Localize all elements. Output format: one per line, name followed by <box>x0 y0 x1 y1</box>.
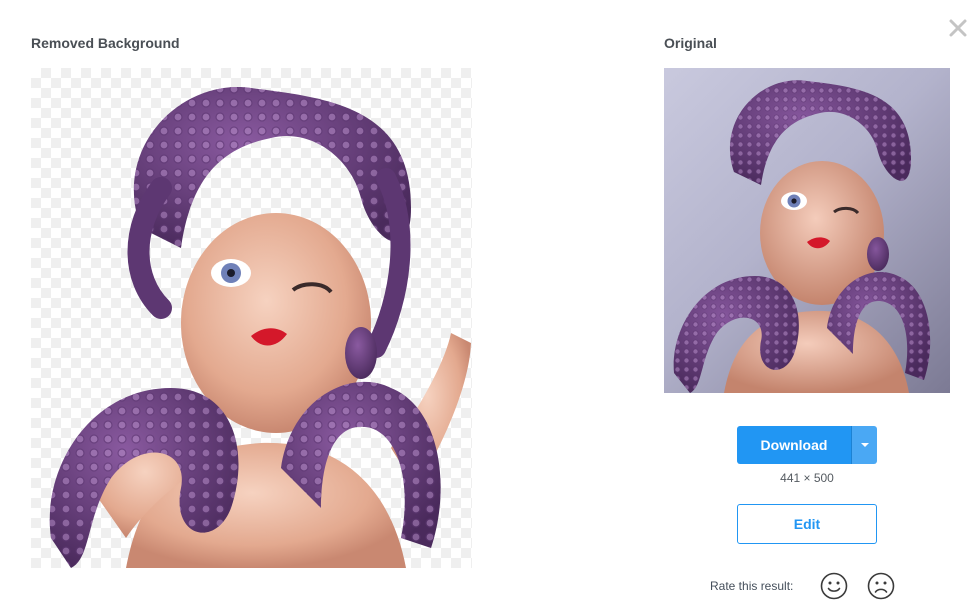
rate-result-label: Rate this result: <box>710 579 794 593</box>
smiley-happy-icon <box>820 572 848 600</box>
edit-button[interactable]: Edit <box>737 504 877 544</box>
image-dimensions: 441 × 500 <box>780 471 834 485</box>
rate-negative-button[interactable] <box>867 572 895 600</box>
original-heading: Original <box>664 35 717 51</box>
removed-background-image <box>31 68 472 568</box>
download-button-group: Download <box>737 426 877 464</box>
original-image <box>664 68 950 393</box>
close-icon <box>949 19 967 37</box>
download-options-button[interactable] <box>851 426 877 464</box>
rate-positive-button[interactable] <box>820 572 848 600</box>
removed-background-heading: Removed Background <box>31 35 180 51</box>
close-button[interactable] <box>948 18 968 38</box>
download-button[interactable]: Download <box>737 426 851 464</box>
smiley-sad-icon <box>867 572 895 600</box>
caret-down-icon <box>860 443 869 447</box>
